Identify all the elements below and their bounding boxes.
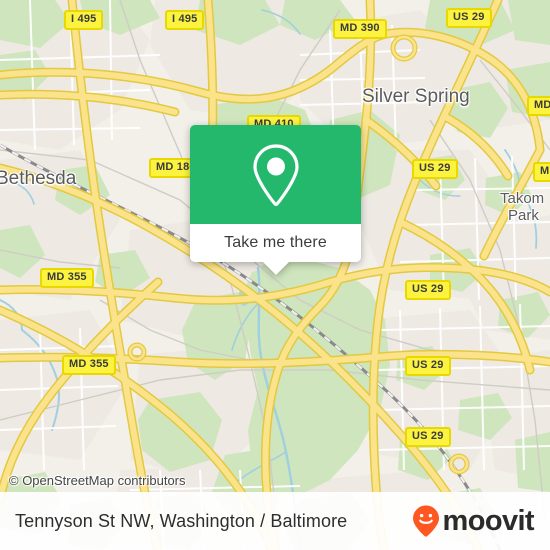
road-shield-md355-north[interactable]: MD 355: [40, 268, 94, 288]
bottom-info-bar: Tennyson St NW, Washington / Baltimore m…: [0, 492, 550, 550]
take-me-there-label: Take me there: [224, 234, 327, 251]
road-shield-us29-lower[interactable]: US 29: [405, 280, 451, 300]
osm-attribution[interactable]: © OpenStreetMap contributors: [9, 473, 186, 488]
road-shield-us29-mid[interactable]: US 29: [412, 159, 458, 179]
road-shield-md355-south[interactable]: MD 355: [62, 355, 116, 375]
road-shield-md-edge-top[interactable]: MD: [527, 96, 550, 116]
road-shield-md390[interactable]: MD 390: [333, 19, 387, 39]
place-label-bethesda: Bethesda: [0, 168, 77, 189]
road-shield-i495-west[interactable]: I 495: [64, 10, 104, 30]
moovit-wordmark: moovit: [442, 504, 535, 537]
location-callout-card[interactable]: Take me there: [190, 125, 361, 275]
place-label-silver-spring: Silver Spring: [362, 86, 470, 107]
moovit-map-screen: I 495 I 495 MD 390 US 29 MD MD 410 MD 18…: [0, 0, 550, 550]
moovit-brand[interactable]: moovit: [411, 504, 535, 538]
road-shield-us29-top[interactable]: US 29: [446, 8, 492, 28]
callout-pointer: [261, 261, 290, 275]
place-label-takoma-park-line2: Park: [508, 207, 539, 224]
map-canvas[interactable]: I 495 I 495 MD 390 US 29 MD MD 410 MD 18…: [0, 0, 550, 550]
road-shield-md-edge-mid[interactable]: MD: [533, 162, 550, 182]
place-label-takoma-park-line1: Takom: [500, 190, 545, 207]
road-shield-us29-south[interactable]: US 29: [405, 356, 451, 376]
callout-action-bar[interactable]: Take me there: [190, 224, 361, 262]
road-shield-us29-bottom[interactable]: US 29: [405, 427, 451, 447]
map-pin-icon: [252, 143, 299, 206]
location-title: Tennyson St NW, Washington / Baltimore: [15, 510, 348, 531]
moovit-smiley-pin-icon: [412, 505, 439, 537]
road-shield-i495-east[interactable]: I 495: [165, 10, 205, 30]
callout-pin-area: [190, 125, 361, 224]
